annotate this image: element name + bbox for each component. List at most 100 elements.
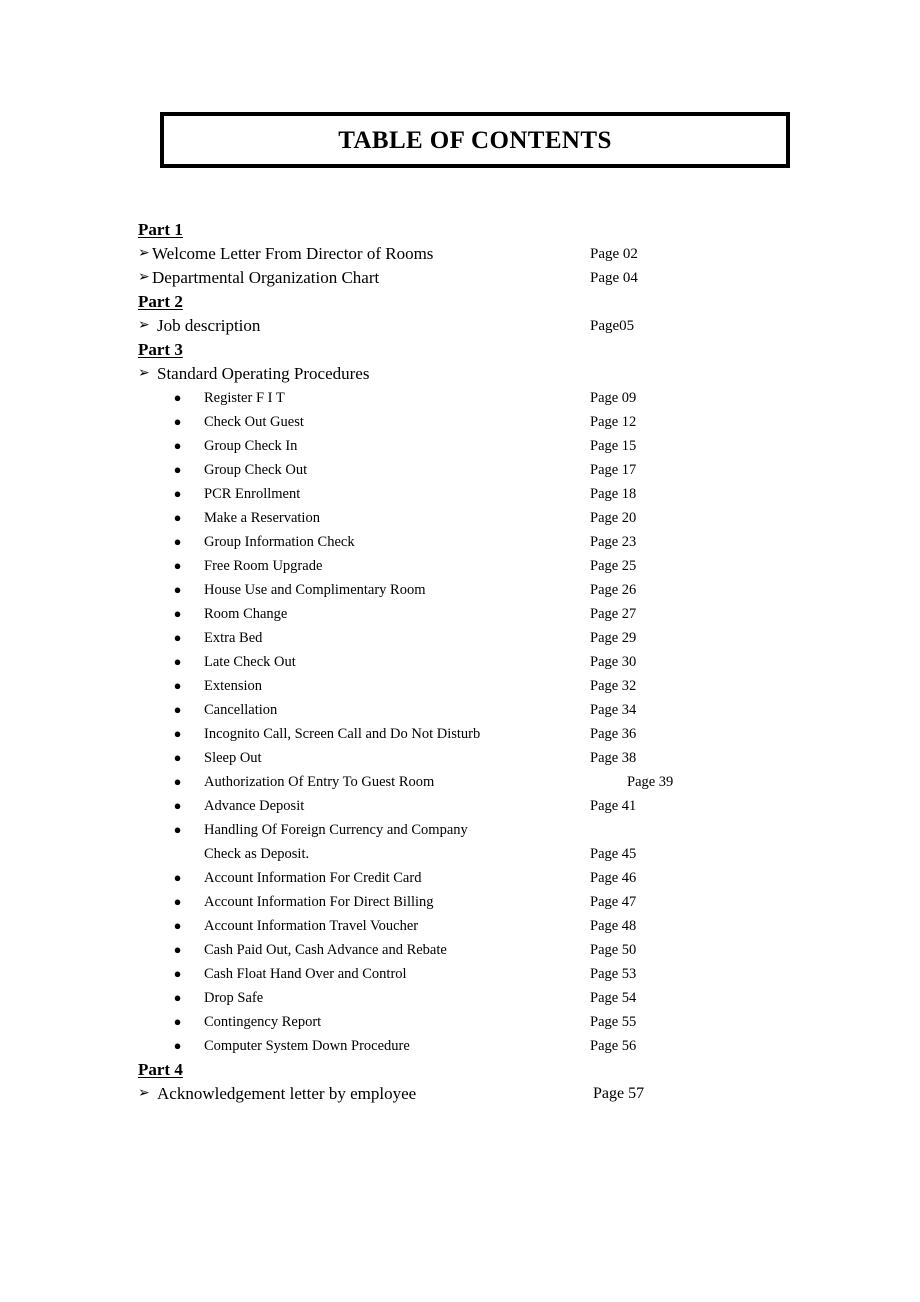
toc-subitem-label: Computer System Down Procedure [204,1038,410,1054]
toc-entry[interactable]: ➢ Welcome Letter From Director of Rooms … [0,242,920,266]
toc-subitem[interactable]: ● Make a Reservation Page 20 [0,506,920,530]
arrow-bullet-icon: ➢ [138,246,150,261]
part-heading-label: Part 2 [138,292,183,311]
section-heading-part-2: Part 2 [0,290,920,314]
toc-subitem[interactable]: ● House Use and Complimentary Room Page … [0,578,920,602]
disc-bullet-icon: ● [173,438,182,453]
part-heading-label: Part 4 [138,1060,183,1079]
toc-subitem-page: Page 38 [590,750,637,766]
toc-subitem[interactable]: ● Account Information For Credit Card Pa… [0,866,920,890]
toc-entry[interactable]: ➢ Standard Operating Procedures [0,362,920,386]
disc-bullet-icon: ● [173,750,182,765]
toc-subitem-page: Page 32 [590,678,637,694]
toc-subitem-label: House Use and Complimentary Room [204,582,426,598]
toc-entry-page: Page 02 [590,246,638,262]
toc-subitem[interactable]: ● Extra Bed Page 29 [0,626,920,650]
toc-subitem-page: Page 12 [590,414,637,430]
toc-subitem-label: Extra Bed [204,630,263,646]
toc-subitem-page: Page 56 [590,1038,637,1054]
part-heading-label: Part 1 [138,220,183,239]
toc-subitem-page: Page 53 [590,966,637,982]
disc-bullet-icon: ● [173,726,182,741]
toc-subitem-page: Page 09 [590,390,637,406]
toc-subitem[interactable]: ● Cash Float Hand Over and Control Page … [0,962,920,986]
toc-subitem[interactable]: ● Group Check In Page 15 [0,434,920,458]
toc-subitem[interactable]: ● Account Information For Direct Billing… [0,890,920,914]
toc-subitem-label: Extension [204,678,262,694]
toc-subitem[interactable]: ● Incognito Call, Screen Call and Do Not… [0,722,920,746]
toc-entry-page: Page05 [590,318,635,334]
toc-subitem[interactable]: ● Drop Safe Page 54 [0,986,920,1010]
toc-subitem[interactable]: ● Contingency Report Page 55 [0,1010,920,1034]
toc-entry-page: Page 04 [590,270,638,286]
toc-subitem[interactable]: ● Check Out Guest Page 12 [0,410,920,434]
toc-subitem-page: Page 55 [590,1014,637,1030]
arrow-bullet-icon: ➢ [138,366,150,381]
toc-subitem[interactable]: ● Account Information Travel Voucher Pag… [0,914,920,938]
toc-subitem[interactable]: ● Handling Of Foreign Currency and Compa… [0,818,920,866]
toc-subitem-page: Page 34 [590,702,637,718]
toc-subitem[interactable]: ● Extension Page 32 [0,674,920,698]
toc-subitem[interactable]: ● Late Check Out Page 30 [0,650,920,674]
disc-bullet-icon: ● [173,870,182,885]
toc-subitem-page: Page 54 [590,990,637,1006]
toc-subitem[interactable]: ● PCR Enrollment Page 18 [0,482,920,506]
part-heading-label: Part 3 [138,340,183,359]
disc-bullet-icon: ● [173,942,182,957]
toc-subitem-label: Account Information Travel Voucher [204,918,419,934]
disc-bullet-icon: ● [173,918,182,933]
document-title-box: TABLE OF CONTENTS [160,112,790,168]
toc-subitem-label: Cash Paid Out, Cash Advance and Rebate [204,942,447,958]
toc-subitem-page: Page 48 [590,918,637,934]
toc-subitem[interactable]: ● Computer System Down Procedure Page 56 [0,1034,920,1058]
toc-subitem-page: Page 18 [590,486,637,502]
toc-entry[interactable]: ➢ Departmental Organization Chart Page 0… [0,266,920,290]
toc-subitem[interactable]: ● Room Change Page 27 [0,602,920,626]
toc-subitem-label: Account Information For Direct Billing [204,894,434,910]
toc-subitem-page: Page 17 [590,462,637,478]
disc-bullet-icon: ● [173,414,182,429]
toc-subitem-page: Page 41 [590,798,637,814]
disc-bullet-icon: ● [173,894,182,909]
toc-subitem[interactable]: ● Group Information Check Page 23 [0,530,920,554]
toc-subitem-label: Incognito Call, Screen Call and Do Not D… [204,726,481,742]
toc-subitem[interactable]: ● Advance Deposit Page 41 [0,794,920,818]
disc-bullet-icon: ● [173,990,182,1005]
toc-subitem-page: Page 39 [627,774,674,790]
toc-subitem-page: Page 23 [590,534,637,550]
page-title: TABLE OF CONTENTS [338,126,612,154]
toc-subitem-label: Free Room Upgrade [204,558,323,574]
toc-subitem[interactable]: ● Authorization Of Entry To Guest Room P… [0,770,920,794]
toc-entry[interactable]: ➢ Acknowledgement letter by employee Pag… [0,1082,920,1106]
toc-subitem-label: Handling Of Foreign Currency and Company [204,822,468,838]
disc-bullet-icon: ● [173,966,182,981]
toc-subitem-page: Page 50 [590,942,637,958]
toc-subitem-label-line2: Check as Deposit. [204,846,310,862]
toc-subitem-label: Group Check In [204,438,298,454]
toc-subitem[interactable]: ● Cash Paid Out, Cash Advance and Rebate… [0,938,920,962]
section-heading-part-1: Part 1 [0,218,920,242]
toc-subitem-label: Advance Deposit [204,798,305,814]
toc-subitem-label: PCR Enrollment [204,486,301,502]
disc-bullet-icon: ● [173,702,182,717]
disc-bullet-icon: ● [173,1014,182,1029]
toc-subitem[interactable]: ● Register F I T Page 09 [0,386,920,410]
toc-subitem[interactable]: ● Group Check Out Page 17 [0,458,920,482]
toc-subitem[interactable]: ● Free Room Upgrade Page 25 [0,554,920,578]
disc-bullet-icon: ● [173,462,182,477]
toc-entry[interactable]: ➢ Job description Page05 [0,314,920,338]
toc-subitem-label: Cash Float Hand Over and Control [204,966,407,982]
toc-subitem-page: Page 26 [590,582,637,598]
arrow-bullet-icon: ➢ [138,270,150,285]
toc-subitem[interactable]: ● Cancellation Page 34 [0,698,920,722]
disc-bullet-icon: ● [173,1038,182,1053]
disc-bullet-icon: ● [173,606,182,621]
toc-entry-label: Welcome Letter From Director of Rooms [152,244,434,263]
disc-bullet-icon: ● [173,510,182,525]
toc-subitem[interactable]: ● Sleep Out Page 38 [0,746,920,770]
toc-subitem-label: Register F I T [204,390,285,406]
toc-subitem-page: Page 25 [590,558,637,574]
toc-entry-label: Acknowledgement letter by employee [157,1084,417,1103]
disc-bullet-icon: ● [173,558,182,573]
toc-subitem-label: Group Check Out [204,462,308,478]
